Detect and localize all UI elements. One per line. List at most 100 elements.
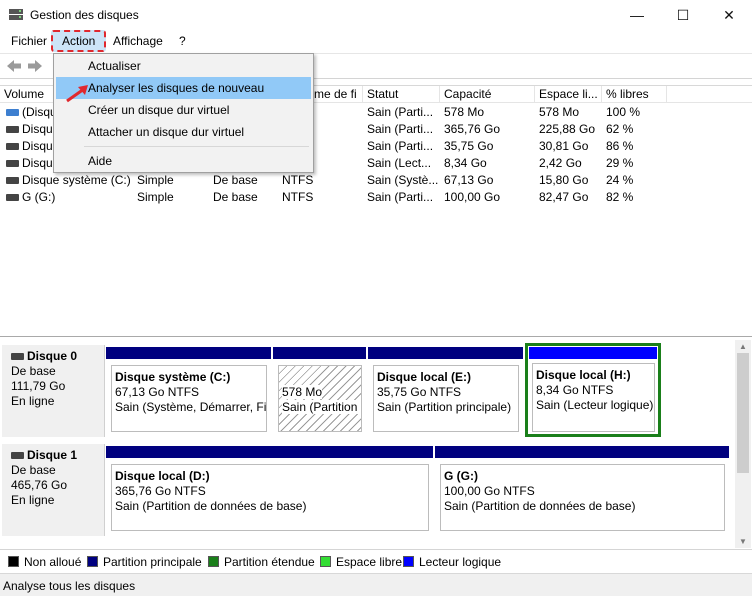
cell-volume: G (G:)	[2, 189, 135, 206]
menu-fichier[interactable]: Fichier	[9, 34, 49, 48]
partition-h[interactable]: Disque local (H:) 8,34 Go NTFS Sain (Lec…	[525, 343, 661, 437]
cell-pct: 29 %	[606, 156, 634, 170]
legend-label: Partition principale	[103, 555, 202, 569]
window-title: Gestion des disques	[30, 8, 139, 22]
disk-1-label[interactable]: Disque 1 De base 465,76 Go En ligne	[2, 444, 105, 536]
disk-icon	[11, 353, 24, 361]
cell-fs: NTFS	[282, 173, 314, 187]
volume-icon	[6, 160, 19, 168]
partition-size: 67,13 Go NTFS	[115, 385, 200, 399]
partition-size: 8,34 Go NTFS	[536, 383, 614, 397]
disk-size: 465,76 Go	[11, 478, 68, 492]
legend-logical-drive: Lecteur logique	[403, 556, 501, 569]
column-percent-free[interactable]: % libres	[602, 86, 667, 103]
cell-capacity: 35,75 Go	[444, 139, 494, 153]
partition-info: G (G:) 100,00 Go NTFS Sain (Partition de…	[440, 464, 725, 531]
logical-drive-bar	[529, 347, 657, 359]
table-row[interactable]: G (G:) Simple De base NTFS Sain (Parti... 100…	[0, 189, 752, 206]
partition-c[interactable]: Disque système (C:) 67,13 Go NTFS Sain (…	[106, 347, 271, 435]
column-free-space[interactable]: Espace li...	[535, 86, 602, 103]
disk-type: De base	[11, 463, 56, 477]
menu-help[interactable]: ?	[177, 34, 188, 48]
menu-affichage[interactable]: Affichage	[111, 34, 165, 48]
cell-free: 30,81 Go	[539, 139, 589, 153]
partition-g[interactable]: G (G:) 100,00 Go NTFS Sain (Partition de…	[435, 446, 729, 534]
scroll-down-icon[interactable]: ▼	[735, 535, 751, 548]
primary-partition-bar	[106, 347, 271, 359]
cell-capacity: 578 Mo	[444, 105, 485, 119]
column-status[interactable]: Statut	[363, 86, 440, 103]
legend-swatch	[8, 556, 19, 567]
action-dropdown-menu: Actualiser Analyser les disques de nouve…	[53, 53, 314, 173]
disk-state: En ligne	[11, 493, 55, 507]
cell-pct: 62 %	[606, 122, 634, 136]
disk-size: 111,79 Go	[11, 379, 66, 393]
cell-pct: 82 %	[606, 190, 634, 204]
menu-action[interactable]: Action	[60, 34, 97, 48]
legend-swatch	[320, 556, 331, 567]
partition-title: Disque local (E:)	[377, 370, 472, 384]
legend: Non alloué Partition principale Partitio…	[0, 549, 752, 573]
close-icon: ✕	[723, 6, 735, 23]
primary-partition-bar	[106, 446, 433, 458]
column-filesystem[interactable]: me de fi	[310, 86, 363, 103]
menu-item-attacher-disque-virtuel[interactable]: Attacher un disque dur virtuel	[56, 121, 311, 143]
column-capacity[interactable]: Capacité	[440, 86, 535, 103]
disk-name: Disque 0	[27, 349, 78, 363]
volume-name: Disque système (C:)	[22, 173, 131, 187]
cell-layout: Simple	[137, 190, 174, 204]
table-row[interactable]: Disque système (C:) Simple De base NTFS Sain…	[0, 172, 752, 189]
cell-type: De base	[213, 190, 258, 204]
partition-e[interactable]: Disque local (E:) 35,75 Go NTFS Sain (Pa…	[368, 347, 523, 435]
legend-unallocated: Non alloué	[8, 556, 81, 569]
cell-pct: 100 %	[606, 105, 641, 119]
partition-title: Disque local (H:)	[536, 368, 631, 382]
partition-status: Sain (Partition de données de base)	[444, 499, 636, 513]
partition-status: Sain (Système, Démarrer, Fichier	[115, 400, 267, 414]
disk-graphical-view: Disque 0 De base 111,79 Go En ligne Disq…	[0, 336, 752, 548]
partition-info: Disque système (C:) 67,13 Go NTFS Sain (…	[111, 365, 267, 432]
partition-status: Sain (Partition de	[282, 400, 361, 414]
scroll-up-icon[interactable]: ▲	[735, 340, 751, 353]
menu-item-analyser-disques[interactable]: Analyser les disques de nouveau	[56, 77, 311, 99]
volume-icon	[6, 143, 19, 151]
volume-icon	[6, 194, 19, 202]
disk-view-scrollbar[interactable]: ▲ ▼	[735, 340, 751, 548]
cell-volume: Disque système (C:)	[2, 172, 135, 189]
partition-title: G (G:)	[444, 469, 478, 483]
partition-size: 578 Mo	[282, 385, 323, 399]
maximize-button[interactable]: ☐	[660, 0, 706, 30]
disk-name: Disque 1	[27, 448, 78, 462]
cell-capacity: 365,76 Go	[444, 122, 501, 136]
partition-d[interactable]: Disque local (D:) 365,76 Go NTFS Sain (P…	[106, 446, 433, 534]
partition-status: Sain (Partition de données de base)	[115, 499, 307, 513]
menu-item-actualiser[interactable]: Actualiser	[56, 55, 311, 77]
minimize-button[interactable]: —	[614, 0, 660, 30]
legend-label: Lecteur logique	[419, 555, 502, 569]
disk-0-label[interactable]: Disque 0 De base 111,79 Go En ligne	[2, 345, 105, 437]
partition-size: 365,76 Go NTFS	[115, 484, 206, 498]
partition-info: Disque local (D:) 365,76 Go NTFS Sain (P…	[111, 464, 429, 531]
cell-capacity: 8,34 Go	[444, 156, 487, 170]
cell-capacity: 67,13 Go	[444, 173, 494, 187]
close-button[interactable]: ✕	[706, 0, 752, 30]
status-text: Analyse tous les disques	[3, 579, 136, 593]
legend-swatch	[87, 556, 98, 567]
forward-arrow-icon[interactable]	[26, 58, 44, 74]
cell-capacity: 100,00 Go	[444, 190, 501, 204]
cell-status: Sain (Parti...	[367, 190, 434, 204]
title-bar: Gestion des disques — ☐ ✕	[0, 0, 752, 30]
menu-item-creer-disque-virtuel[interactable]: Créer un disque dur virtuel	[56, 99, 311, 121]
scrollbar-thumb[interactable]	[737, 353, 749, 473]
partition-system-reserved[interactable]: 578 Mo Sain (Partition de	[273, 347, 366, 435]
legend-free-space: Espace libre	[320, 556, 402, 569]
cell-free: 2,42 Go	[539, 156, 582, 170]
menu-item-aide[interactable]: Aide	[56, 150, 311, 172]
cell-status: Sain (Parti...	[367, 139, 434, 153]
legend-primary-partition: Partition principale	[87, 556, 202, 569]
back-arrow-icon[interactable]	[5, 58, 23, 74]
volume-icon	[6, 177, 19, 185]
cell-free: 225,88 Go	[539, 122, 596, 136]
partition-title: Disque local (D:)	[115, 469, 210, 483]
disk-management-icon	[9, 9, 23, 20]
